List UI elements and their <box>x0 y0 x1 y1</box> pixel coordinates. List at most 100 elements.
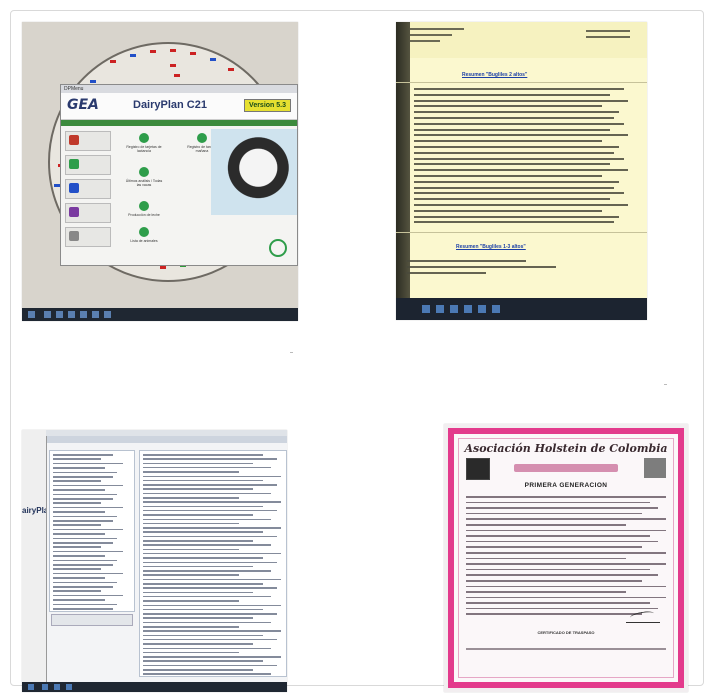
list-row <box>143 626 239 628</box>
dairyplan-window[interactable]: DPMenu GEA DairyPlan C21 Version 5.3 Reg… <box>60 84 298 266</box>
stall-mark <box>228 68 234 71</box>
photo-resumen-listing[interactable]: Resumen "Bugliles 2 altos" Resumen "Bugl… <box>396 22 647 320</box>
text-line <box>404 34 452 36</box>
app-icon[interactable] <box>492 305 500 313</box>
app-icon[interactable] <box>44 311 51 318</box>
text-line <box>586 30 630 32</box>
listing-row <box>414 204 628 206</box>
listing-row <box>414 215 619 218</box>
photo-certificate[interactable]: Asociación Holstein de Colombia PRIMERA … <box>444 424 688 692</box>
certificate-row <box>466 529 666 532</box>
side-button[interactable] <box>65 179 111 199</box>
report-icon[interactable] <box>139 133 149 143</box>
report-icon[interactable] <box>139 167 149 177</box>
photo-animal-list[interactable]: airyPla <box>22 430 287 692</box>
listing-title: Resumen "Bugliles 1-3 altos" <box>456 244 526 250</box>
cow-logo-icon <box>466 458 490 480</box>
list-row <box>143 484 277 486</box>
report-icon[interactable] <box>197 133 207 143</box>
menu-bar[interactable] <box>61 120 297 126</box>
certificate-row <box>466 579 642 582</box>
app-icon[interactable] <box>104 311 111 318</box>
app-icon[interactable] <box>464 305 472 313</box>
list-row <box>53 462 123 465</box>
side-button[interactable] <box>65 155 111 175</box>
certificate-row <box>466 574 658 576</box>
photo-dairyplan-screen[interactable]: DPMenu GEA DairyPlan C21 Version 5.3 Reg… <box>22 22 298 321</box>
toolbar-buttons[interactable] <box>51 614 133 626</box>
side-button[interactable] <box>65 131 111 151</box>
list-row <box>53 586 113 588</box>
listing-row <box>414 134 628 137</box>
list-row <box>53 599 105 601</box>
list-row <box>53 520 113 522</box>
certificate-row <box>466 585 666 588</box>
start-icon[interactable] <box>28 311 35 318</box>
app-icon[interactable] <box>436 305 444 313</box>
app-icon[interactable] <box>54 684 60 690</box>
app-icon[interactable] <box>56 311 63 318</box>
app-icon[interactable] <box>66 684 72 690</box>
module-icon <box>69 207 79 217</box>
list-row <box>143 574 239 576</box>
animal-list[interactable] <box>139 450 287 677</box>
report-icon[interactable] <box>139 227 149 237</box>
list-row <box>53 454 113 456</box>
list-row <box>143 518 271 520</box>
list-window[interactable] <box>46 436 287 692</box>
list-row <box>143 570 271 572</box>
side-button[interactable] <box>65 203 111 223</box>
listing-row <box>414 111 619 114</box>
list-row <box>53 511 105 513</box>
listing-row <box>414 140 602 143</box>
window-title: DPMenu <box>61 85 297 93</box>
list-row <box>143 552 281 555</box>
module-icon <box>69 183 79 193</box>
list-row <box>143 578 281 581</box>
stall-mark <box>170 64 176 67</box>
stall-mark <box>170 49 176 52</box>
list-row <box>143 647 271 649</box>
app-icon[interactable] <box>450 305 458 313</box>
list-row <box>53 572 123 575</box>
text-line <box>404 28 464 30</box>
list-row <box>53 502 101 504</box>
list-row <box>143 561 277 563</box>
listing-row <box>414 192 624 195</box>
app-icon[interactable] <box>42 684 48 690</box>
window-titlebar <box>47 436 287 443</box>
menu-item-label: Producción de leche <box>128 213 160 217</box>
side-label: airyPla <box>22 506 49 515</box>
listing-row <box>414 169 628 172</box>
listing-row <box>414 128 610 131</box>
list-row <box>143 617 253 619</box>
listing-row <box>414 93 610 96</box>
start-icon[interactable] <box>28 684 34 690</box>
list-row <box>143 595 271 598</box>
report-icon[interactable] <box>139 201 149 211</box>
listing-row <box>414 88 624 90</box>
gauge-icon[interactable] <box>269 239 287 257</box>
stall-mark <box>130 54 136 57</box>
side-button[interactable] <box>65 227 111 247</box>
list-row <box>143 531 263 533</box>
app-icon[interactable] <box>478 305 486 313</box>
list-row <box>53 484 123 487</box>
divider <box>396 82 647 83</box>
list-row <box>143 497 239 499</box>
list-row <box>143 492 271 495</box>
app-icon[interactable] <box>68 311 75 318</box>
list-row <box>53 498 113 500</box>
app-icon[interactable] <box>80 311 87 318</box>
list-row <box>143 664 277 667</box>
certificate-row <box>466 568 650 571</box>
app-icon[interactable] <box>422 305 430 313</box>
certificate-row <box>466 557 626 560</box>
list-row <box>53 480 101 482</box>
group-list[interactable] <box>49 450 135 612</box>
app-icon[interactable] <box>92 311 99 318</box>
listing-row <box>414 221 614 224</box>
list-row <box>53 581 117 584</box>
list-row <box>53 590 101 592</box>
listing-row <box>414 151 614 154</box>
